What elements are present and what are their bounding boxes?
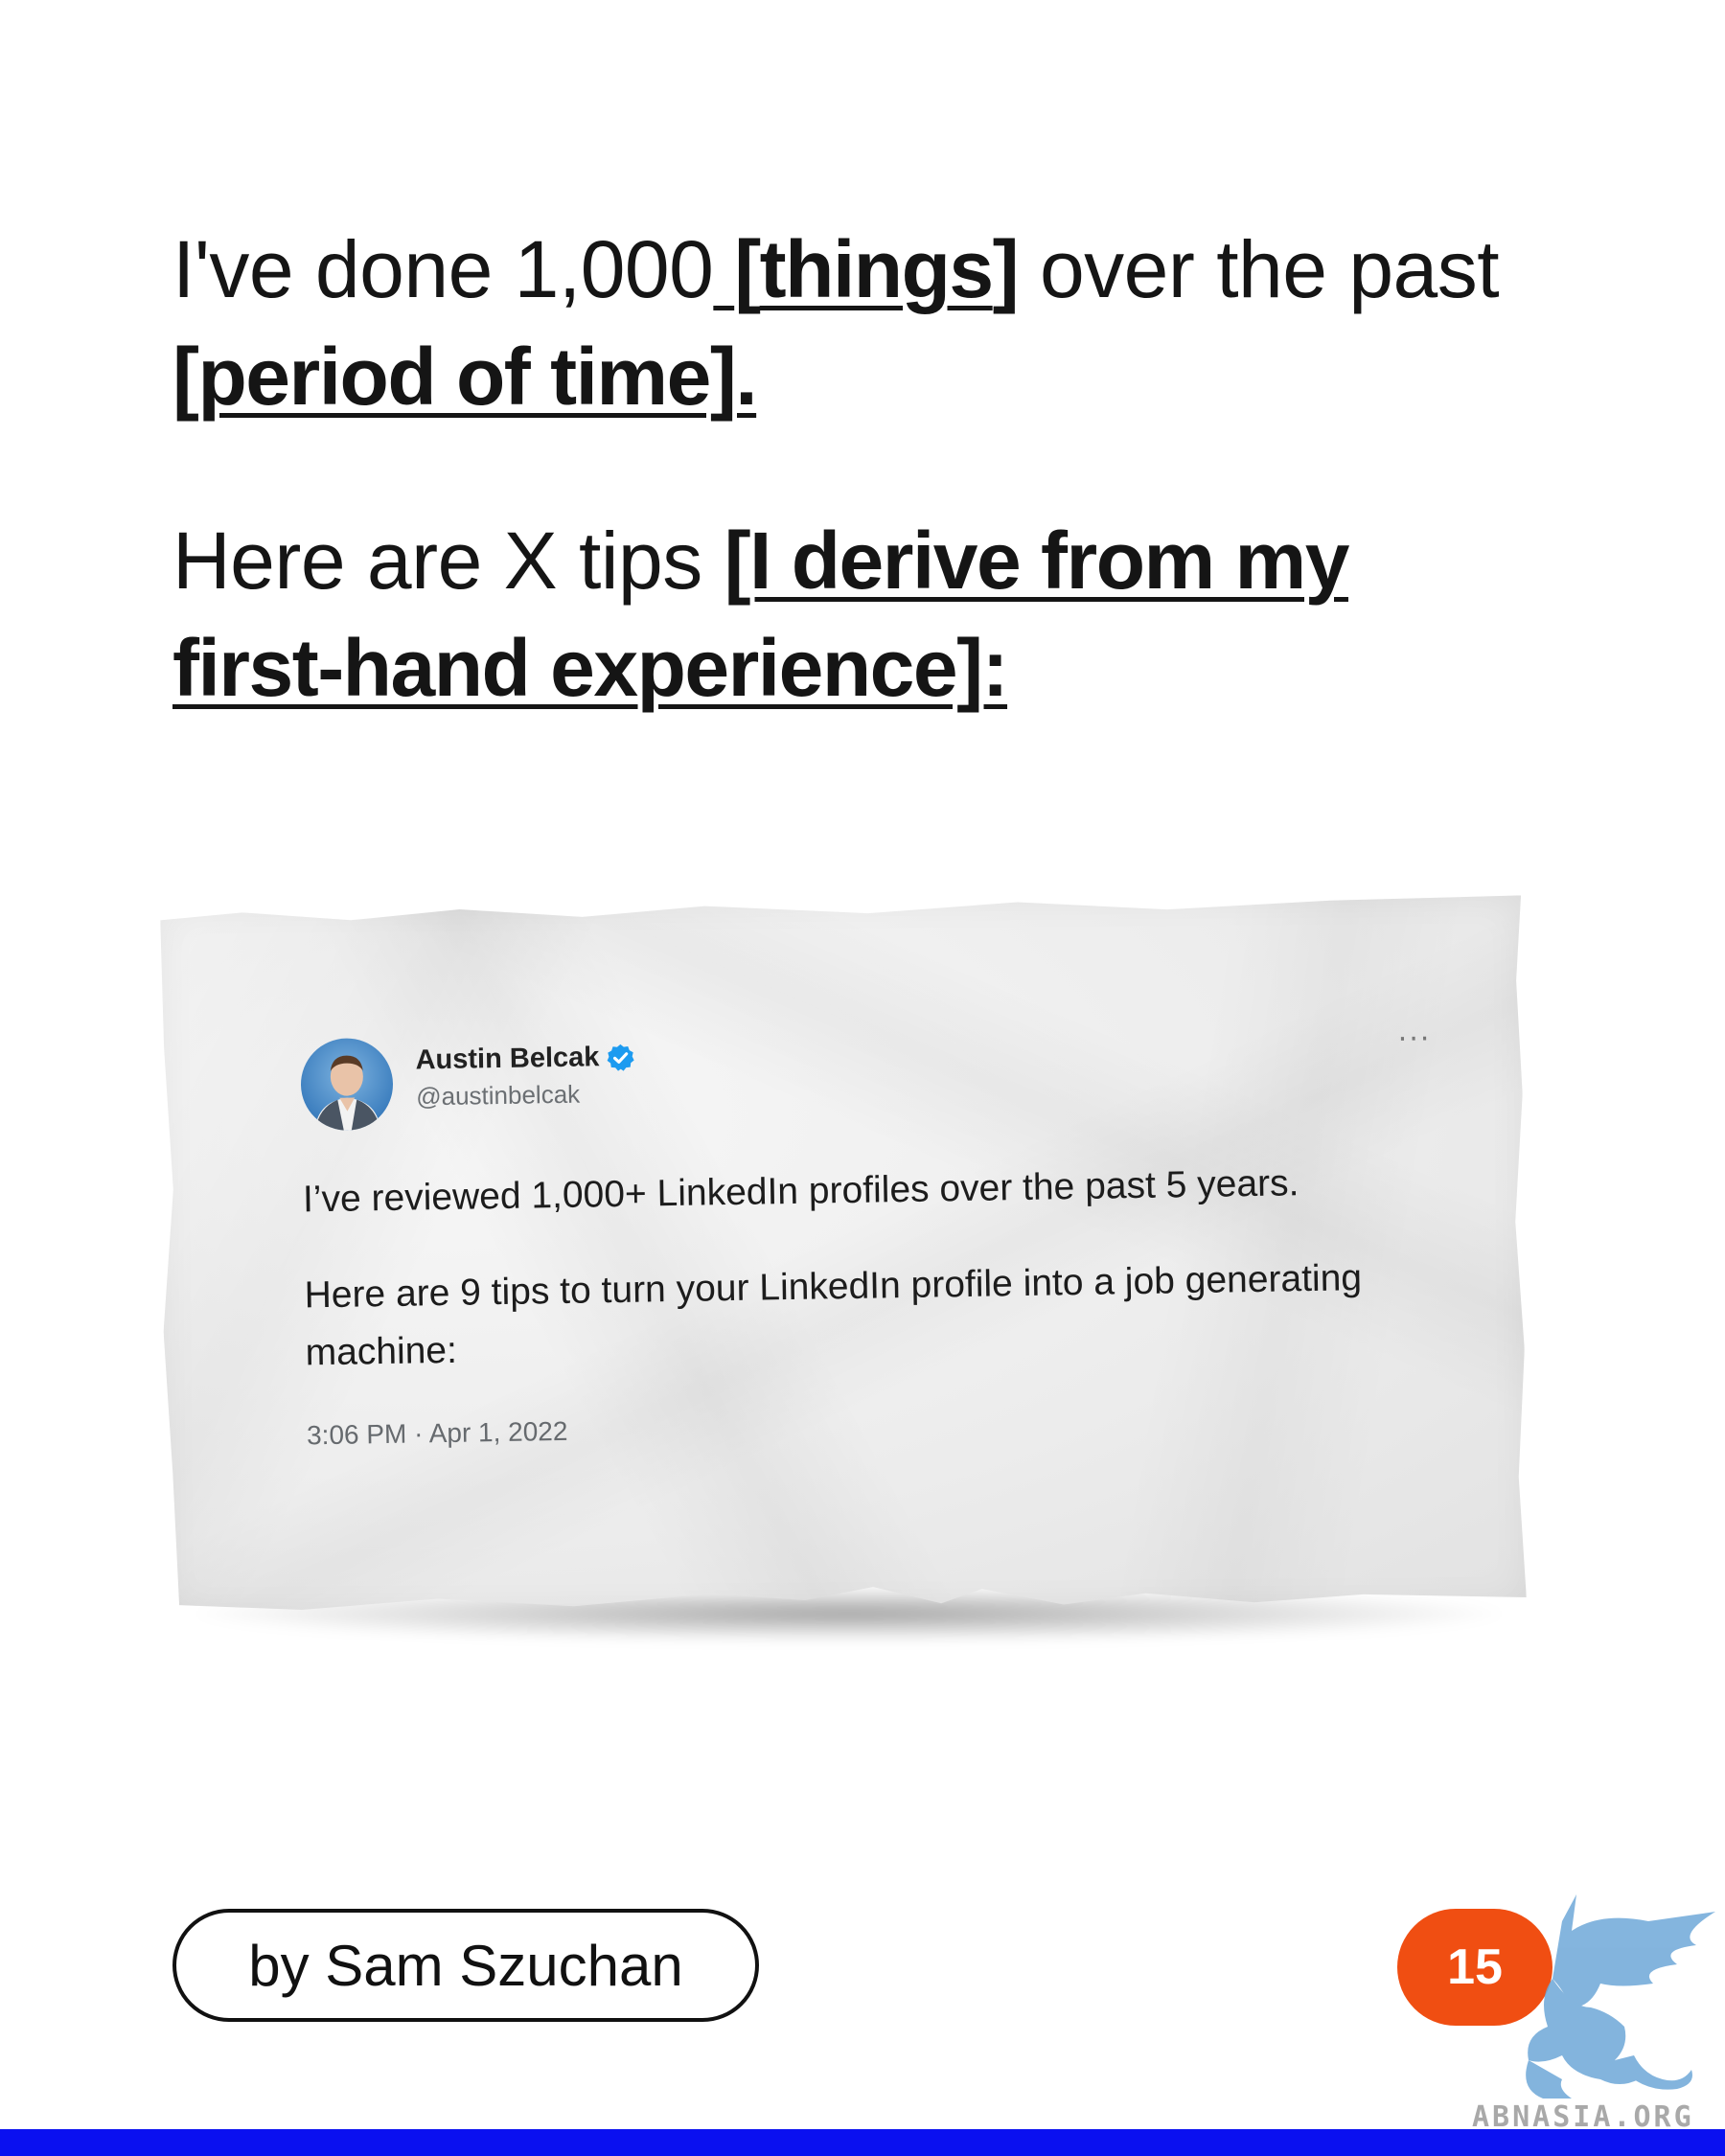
headline-things-close: ] (992, 224, 1020, 314)
tweet-body: I’ve reviewed 1,000+ LinkedIn profiles o… (302, 1153, 1436, 1383)
headline-tips-prefix: Here are X tips (172, 516, 724, 606)
tweet-author: Austin Belcak @austinbelcak (415, 1042, 636, 1112)
headline-line-1: I've done 1,000 [things] over the past [… (172, 216, 1514, 430)
tweet-paragraph-2: Here are 9 tips to turn your LinkedIn pr… (304, 1257, 1363, 1374)
headline-line-2: Here are X tips [I derive from my first-… (172, 507, 1514, 722)
slide-page: I've done 1,000 [things] over the past [… (0, 0, 1725, 2156)
author-handle: @austinbelcak (415, 1079, 581, 1112)
headline: I've done 1,000 [things] over the past [… (172, 216, 1514, 722)
person-avatar-icon (300, 1038, 394, 1132)
bottom-accent-bar (0, 2129, 1725, 2156)
headline-prefix: I've done 1,000 (172, 224, 714, 314)
headline-middle: over the past (1018, 224, 1500, 314)
headline-things: things (759, 224, 994, 314)
headline-period: [period of time]. (172, 332, 758, 422)
tweet-timestamp: 3:06 PM · Apr 1, 2022 (306, 1415, 568, 1451)
tweet-screenshot-card: Austin Belcak @austinbelcak ··· I’ve rev… (163, 901, 1524, 1642)
crumpled-paper: Austin Belcak @austinbelcak ··· I’ve rev… (160, 895, 1527, 1615)
author-name: Austin Belcak (415, 1042, 600, 1076)
verified-badge-icon (605, 1042, 636, 1073)
headline-things-open: [ (734, 224, 761, 314)
more-horizontal-icon[interactable]: ··· (1397, 1022, 1431, 1057)
griffin-logo-icon (1526, 1894, 1715, 2099)
avatar (300, 1038, 394, 1132)
tweet-header: Austin Belcak @austinbelcak ··· (300, 1021, 1432, 1135)
tweet-paragraph-1: I’ve reviewed 1,000+ LinkedIn profiles o… (302, 1162, 1300, 1221)
author-byline-pill: by Sam Szuchan (172, 1909, 759, 2022)
tweet: Austin Belcak @austinbelcak ··· I’ve rev… (300, 1021, 1438, 1452)
